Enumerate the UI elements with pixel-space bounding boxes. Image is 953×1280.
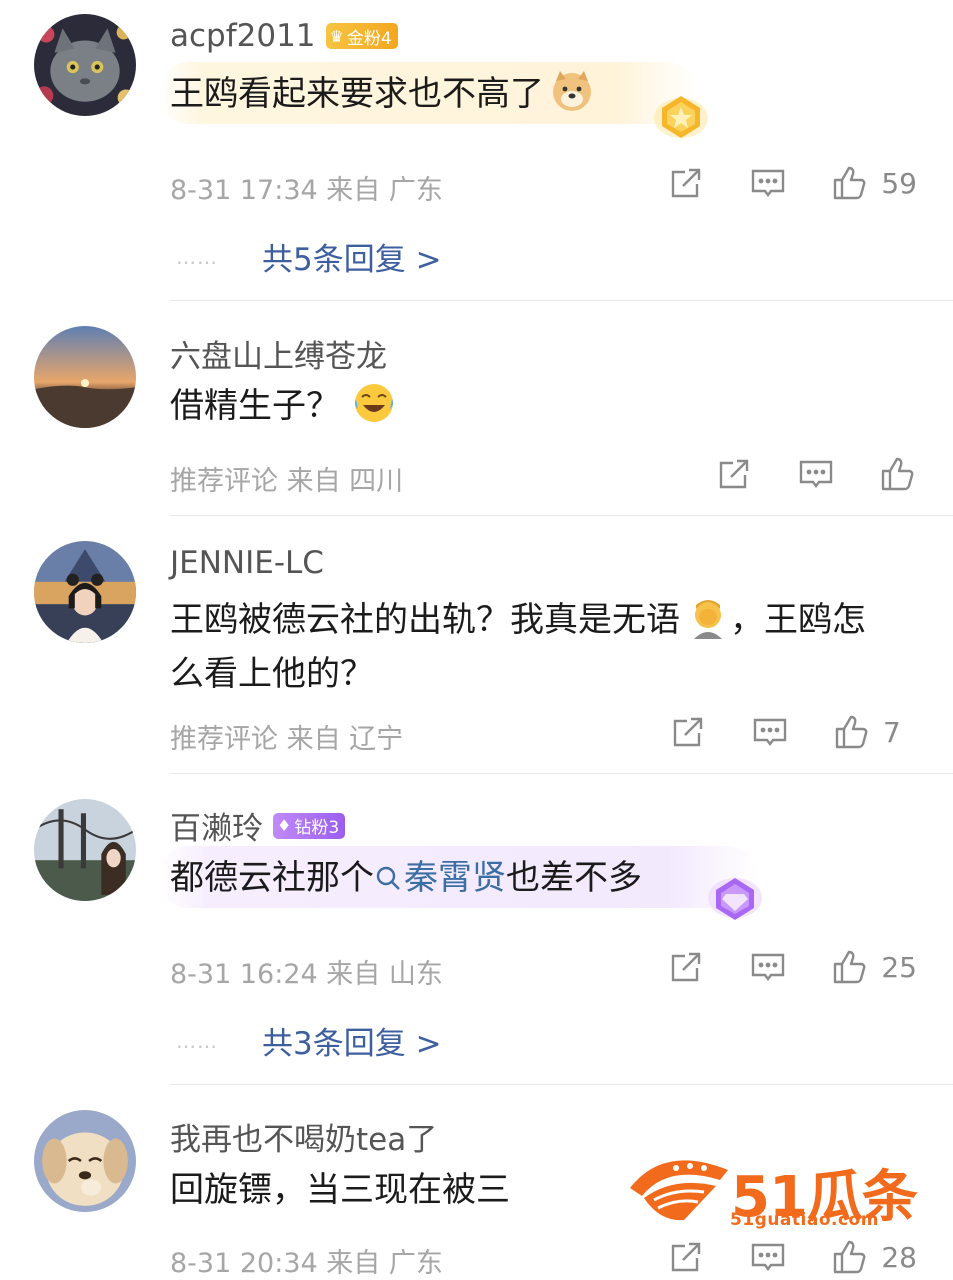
reply-dots: …… bbox=[176, 244, 218, 269]
comment-actions: 59 bbox=[667, 164, 917, 202]
comment-meta: 8-31 17:34 来自 广东 bbox=[170, 175, 443, 206]
comment-text: 回旋镖，当三现在被三 bbox=[170, 1170, 510, 1210]
comment-icon[interactable] bbox=[751, 713, 789, 751]
comment-text-content: 都德云社那个 bbox=[170, 858, 374, 898]
view-replies-link[interactable]: …… 共3条回复 > bbox=[176, 1018, 442, 1063]
gold-medal-icon bbox=[650, 88, 712, 144]
comment-actions: 28 bbox=[667, 1238, 917, 1276]
replies-label[interactable]: 共3条回复 > bbox=[262, 1018, 442, 1063]
divider bbox=[170, 1084, 953, 1085]
doge-emoji bbox=[550, 69, 594, 113]
view-replies-link[interactable]: …… 共5条回复 > bbox=[176, 234, 442, 279]
like-icon[interactable] bbox=[831, 1238, 869, 1276]
share-icon[interactable] bbox=[667, 948, 705, 986]
comment-icon[interactable] bbox=[749, 164, 787, 202]
username[interactable]: 六盘山上缚苍龙 bbox=[170, 331, 387, 376]
comment-meta: 8-31 20:34 来自 广东 bbox=[170, 1248, 443, 1279]
avatar[interactable] bbox=[34, 541, 136, 643]
comment-text-content: 王鸥被德云社的出轨？我真是无语 bbox=[170, 600, 680, 640]
fan-badge[interactable]: ♛ 金粉4 bbox=[325, 23, 398, 49]
comment-meta: 8-31 16:24 来自 山东 bbox=[170, 959, 443, 990]
divider bbox=[170, 515, 953, 516]
divider bbox=[170, 300, 953, 301]
search-icon bbox=[376, 866, 400, 890]
comment-text: 都德云社那个 秦霄贤也差不多 bbox=[170, 852, 642, 904]
diamond-icon: ♦ bbox=[277, 816, 292, 835]
avatar[interactable] bbox=[34, 326, 136, 428]
like-icon[interactable] bbox=[831, 164, 869, 202]
comment-icon[interactable] bbox=[749, 948, 787, 986]
facepalm-emoji bbox=[686, 595, 730, 639]
like-count: 25 bbox=[881, 950, 917, 984]
like-count: 28 bbox=[881, 1240, 917, 1274]
like-count: 7 bbox=[883, 715, 901, 749]
watermark-logo: 51瓜条 51guatiao.com bbox=[624, 1146, 924, 1236]
comment-meta: 推荐评论 来自 四川 bbox=[170, 466, 404, 497]
comment-text-after: 也差不多 bbox=[506, 858, 642, 898]
avatar[interactable] bbox=[34, 14, 136, 116]
comment-meta: 推荐评论 来自 辽宁 bbox=[170, 724, 404, 755]
avatar[interactable] bbox=[34, 799, 136, 901]
like-count: 59 bbox=[881, 166, 917, 200]
username[interactable]: 我再也不喝奶tea了 bbox=[170, 1114, 437, 1159]
divider bbox=[170, 773, 953, 774]
username-text[interactable]: 六盘山上缚苍龙 bbox=[170, 331, 387, 376]
melon-icon bbox=[630, 1160, 728, 1221]
comment-actions: 7 bbox=[669, 713, 917, 751]
username-text[interactable]: JENNIE-LC bbox=[170, 545, 324, 581]
share-icon[interactable] bbox=[669, 713, 707, 751]
laugh-cry-emoji bbox=[352, 381, 396, 425]
comment-text: 王鸥被德云社的出轨？我真是无语 ，王鸥怎 bbox=[170, 594, 866, 646]
comment-actions: 25 bbox=[667, 948, 917, 986]
username-text[interactable]: 百濑玲 bbox=[170, 803, 263, 848]
reply-dots: …… bbox=[176, 1028, 218, 1053]
comment-actions bbox=[715, 455, 917, 493]
comment-text: 王鸥看起来要求也不高了 bbox=[170, 68, 594, 120]
comment-text: 借精生子？ bbox=[170, 380, 396, 432]
share-icon[interactable] bbox=[667, 1238, 705, 1276]
username[interactable]: JENNIE-LC bbox=[170, 545, 324, 581]
topic-text[interactable]: 秦霄贤 bbox=[404, 858, 506, 898]
username-text[interactable]: acpf2011 bbox=[170, 18, 316, 54]
watermark-url: 51guatiao.com bbox=[730, 1210, 879, 1230]
like-icon[interactable] bbox=[833, 713, 871, 751]
username[interactable]: acpf2011 ♛ 金粉4 bbox=[170, 18, 398, 54]
username[interactable]: 百濑玲 ♦ 钻粉3 bbox=[170, 803, 346, 848]
comment-text-content: 借精生子？ bbox=[170, 386, 340, 426]
avatar[interactable] bbox=[34, 1110, 136, 1212]
diamond-medal-icon bbox=[704, 870, 766, 926]
comment-text-line2: 么看上他的？ bbox=[170, 654, 374, 694]
like-icon[interactable] bbox=[831, 948, 869, 986]
topic-link[interactable]: 秦霄贤 bbox=[374, 858, 506, 898]
username-text[interactable]: 我再也不喝奶tea了 bbox=[170, 1114, 437, 1159]
badge-label: 钻粉3 bbox=[294, 818, 340, 838]
share-icon[interactable] bbox=[667, 164, 705, 202]
fan-badge[interactable]: ♦ 钻粉3 bbox=[273, 812, 346, 839]
comment-text-end: ，王鸥怎 bbox=[730, 600, 866, 640]
comment-text-content: 王鸥看起来要求也不高了 bbox=[170, 74, 544, 114]
share-icon[interactable] bbox=[715, 455, 753, 493]
badge-label: 金粉4 bbox=[346, 28, 392, 49]
crown-icon: ♛ bbox=[329, 26, 344, 46]
like-icon[interactable] bbox=[879, 455, 917, 493]
comment-icon[interactable] bbox=[797, 455, 835, 493]
replies-label[interactable]: 共5条回复 > bbox=[262, 234, 442, 279]
comment-icon[interactable] bbox=[749, 1238, 787, 1276]
